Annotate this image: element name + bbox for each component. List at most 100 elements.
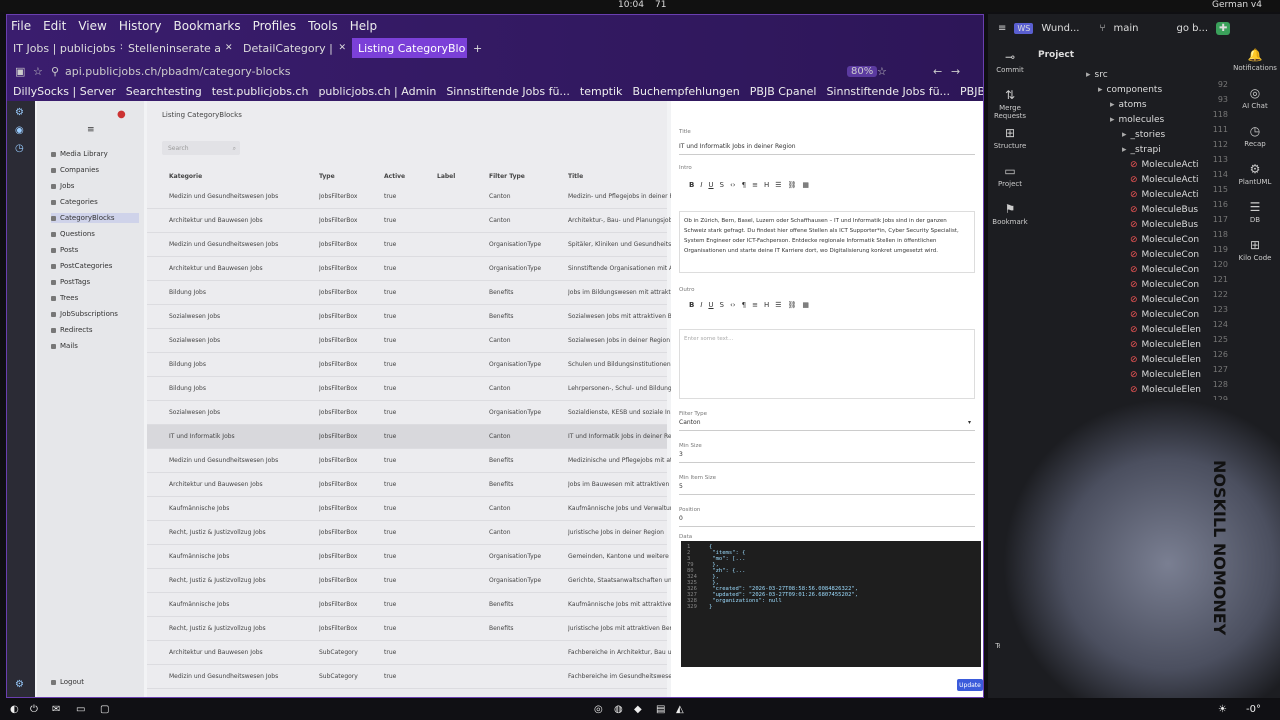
bold-icon[interactable]: B	[689, 301, 694, 309]
image-icon[interactable]: ▦	[802, 301, 809, 309]
bookmark-icon[interactable]: ☆	[33, 65, 43, 78]
tree-item[interactable]: ⊘ MoleculeElen	[1130, 385, 1201, 395]
bookmark-item[interactable]: DillySocks | Server	[13, 85, 116, 98]
sidebar-item-redirects[interactable]: Redirects	[51, 325, 139, 335]
browser-icon[interactable]: ◍	[614, 704, 623, 715]
table-row[interactable]: Kaufmännische Jobs JobsFilterBox true Canto…	[147, 497, 677, 521]
underline-icon[interactable]: U	[708, 301, 713, 309]
link-icon[interactable]: ⛓	[788, 181, 797, 189]
json-editor[interactable]: 1{2 "items": {3 "mo": [... 79 }, 80 "zh": …	[681, 541, 981, 667]
list-icon[interactable]: ☰	[775, 301, 781, 309]
bookmark-item[interactable]: Sinnstiftende Jobs fü...	[826, 85, 950, 98]
table-row[interactable]: Bildung Jobs JobsFilterBox true Organisatio…	[147, 353, 682, 377]
bookmark-item[interactable]: Sinnstiftende Jobs fü...	[446, 85, 570, 98]
tool-ai-chat[interactable]: ◎ AI Chat	[1232, 86, 1278, 110]
brave-icon[interactable]: ◆	[634, 704, 642, 715]
sidebar-item-posttags[interactable]: PostTags	[51, 277, 139, 287]
tab-it-jobs[interactable]: IT Jobs | publicjobs✕	[7, 38, 122, 58]
title-field[interactable]: IT und Informatik Jobs in deiner Region	[679, 141, 975, 155]
bookmark-item[interactable]: test.publicjobs.ch	[212, 85, 309, 98]
sidebar-item-trees[interactable]: Trees	[51, 293, 139, 303]
tree-item[interactable]: ▸ molecules	[1110, 115, 1164, 125]
update-button[interactable]: Update	[957, 679, 983, 691]
column-header[interactable]: Active	[384, 173, 405, 180]
bookmark-item[interactable]: PBJB SERVER	[960, 85, 983, 98]
history-icon[interactable]: ◷	[15, 143, 27, 155]
menu-help[interactable]: Help	[350, 19, 377, 33]
tree-title[interactable]: Project	[1038, 50, 1074, 60]
keyboard-layout[interactable]: German v4	[1212, 0, 1262, 10]
sidebar-item-companies[interactable]: Companies	[51, 165, 139, 175]
filter-type-select[interactable]: Canton ▾	[679, 419, 975, 431]
globe-icon[interactable]: ◉	[15, 125, 27, 137]
align-icon[interactable]: ≡	[752, 181, 758, 189]
sidebar-item-media library[interactable]: Media Library	[51, 149, 139, 159]
column-header[interactable]: Title	[568, 173, 583, 180]
sidebar-item-postcategories[interactable]: PostCategories	[51, 261, 139, 271]
code-icon[interactable]: ‹›	[730, 181, 736, 189]
list-icon[interactable]: ☰	[775, 181, 781, 189]
intro-editor[interactable]: Ob in Zürich, Bern, Basel, Luzern oder S…	[679, 211, 975, 273]
menu-edit[interactable]: Edit	[43, 19, 66, 33]
tree-item[interactable]: ▸ src	[1086, 70, 1108, 80]
menu-history[interactable]: History	[119, 19, 162, 33]
table-row[interactable]: IT und Informatik Jobs JobsFilterBox true C…	[147, 425, 681, 449]
tab-detailcategory[interactable]: DetailCategory | ✕	[237, 38, 352, 58]
tool-db[interactable]: ☰ DB	[1232, 200, 1278, 224]
table-row[interactable]: Kaufmännische Jobs JobsFilterBox true Organ…	[147, 545, 682, 569]
align-icon[interactable]: ≡	[752, 301, 758, 309]
tool-recap[interactable]: ◷ Recap	[1232, 124, 1278, 148]
table-row[interactable]: Sozialwesen Jobs JobsFilterBox true Canton S…	[147, 329, 670, 353]
tree-item[interactable]: ⊘ MoleculeBus	[1130, 220, 1198, 230]
bookmark-item[interactable]: PBJB Cpanel	[750, 85, 817, 98]
sidebar-item-categoryblocks[interactable]: CategoryBlocks	[51, 213, 139, 223]
tree-item[interactable]: ⊘ MoleculeElen	[1130, 340, 1201, 350]
sidebar-item-jobs[interactable]: Jobs	[51, 181, 139, 191]
tree-item[interactable]: ⊘ MoleculeCon	[1130, 295, 1199, 305]
italic-icon[interactable]: I	[700, 181, 702, 189]
vscode-icon[interactable]: ◭	[676, 704, 684, 715]
table-row[interactable]: Architektur und Bauwesen Jobs JobsFilterB…	[147, 209, 679, 233]
search-input[interactable]: Search ⌕	[162, 141, 240, 155]
tool-project[interactable]: ▭ Project	[992, 164, 1028, 188]
min-size-input[interactable]: 3	[679, 451, 975, 463]
strikethrough-icon[interactable]: S	[720, 181, 724, 189]
back-icon[interactable]: ←	[933, 65, 942, 78]
bookmark-item[interactable]: publicjobs.ch | Admin	[318, 85, 436, 98]
table-row[interactable]: Bildung Jobs JobsFilterBox true Canton Lehrp…	[147, 377, 680, 401]
column-header[interactable]: Label	[437, 173, 455, 180]
bookmark-item[interactable]: temptik	[580, 85, 623, 98]
table-row[interactable]: Medizin und Gesundheitswesen Jobs JobsFil…	[147, 449, 681, 473]
table-row[interactable]: Sozialwesen Jobs JobsFilterBox true Organis…	[147, 401, 680, 425]
editor-icon[interactable]: ▤	[656, 704, 665, 715]
tree-item[interactable]: ⊘ MoleculeElen	[1130, 370, 1201, 380]
min-item-size-input[interactable]: 5	[679, 483, 975, 495]
intro-toolbar[interactable]: B I U S ‹› ¶ ≡ H ☰ ⛓ ▦	[689, 181, 809, 189]
menu-bookmarks[interactable]: Bookmarks	[174, 19, 241, 33]
tool-plantuml[interactable]: ⚙ PlantUML	[1232, 162, 1278, 186]
menu-file[interactable]: File	[11, 19, 31, 33]
table-row[interactable]: Medizin und Gesundheitswesen Jobs JobsFil…	[147, 185, 677, 209]
power-icon[interactable]: ⏻	[30, 704, 38, 715]
table-row[interactable]: Recht, Justiz & Justizvollzug Jobs JobsFi…	[147, 569, 681, 593]
menu-tools[interactable]: Tools	[308, 19, 338, 33]
tree-item[interactable]: ⊘ MoleculeActi	[1130, 190, 1199, 200]
table-row[interactable]: Sozialwesen Jobs JobsFilterBox true Benefit…	[147, 305, 679, 329]
tree-item[interactable]: ▸ components	[1098, 85, 1162, 95]
sidebar-item-questions[interactable]: Questions	[51, 229, 139, 239]
bold-icon[interactable]: B	[689, 181, 694, 189]
tree-item[interactable]: ⊘ MoleculeActi	[1130, 160, 1199, 170]
bookmark-item[interactable]: Searchtesting	[126, 85, 202, 98]
new-tab-button[interactable]: +	[467, 38, 487, 58]
menu-view[interactable]: View	[78, 19, 106, 33]
zoom-level[interactable]: 80%	[847, 65, 878, 77]
sidebar-item-posts[interactable]: Posts	[51, 245, 139, 255]
folder-icon[interactable]: ▢	[100, 704, 109, 715]
italic-icon[interactable]: I	[700, 301, 702, 309]
logout-button[interactable]: Logout	[51, 677, 139, 687]
tool-notifications[interactable]: 🔔 Notifications	[1232, 48, 1278, 72]
tree-item[interactable]: ⊘ MoleculeCon	[1130, 310, 1199, 320]
heading-icon[interactable]: H	[764, 181, 769, 189]
tree-item[interactable]: ▸ _stories	[1122, 130, 1165, 140]
address-bar[interactable]: ▣ ☆ ⚲ api.publicjobs.ch/pbadm/category-b…	[7, 60, 983, 82]
